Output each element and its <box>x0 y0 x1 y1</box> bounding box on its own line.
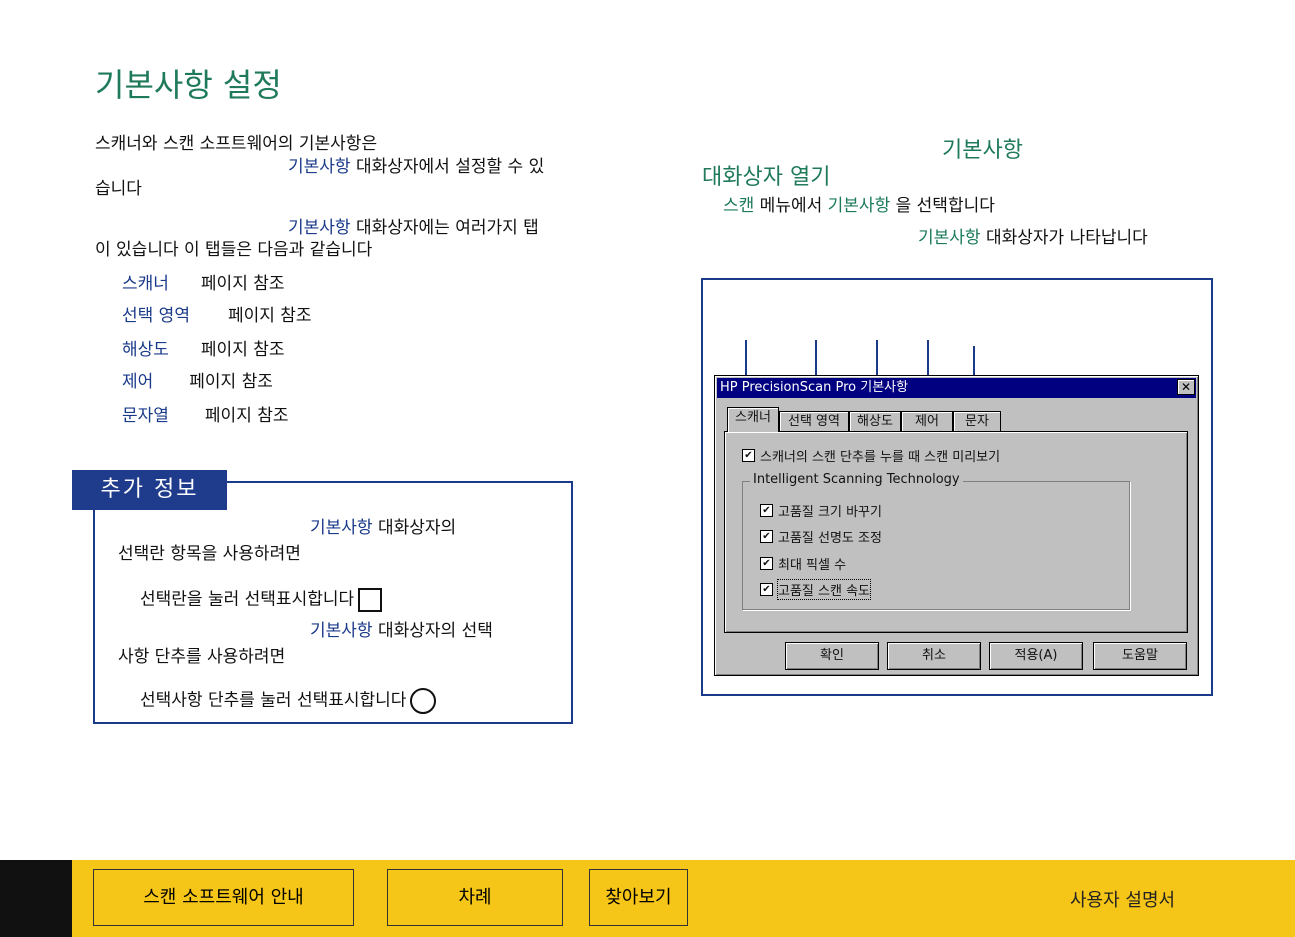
apply-button[interactable]: 적용(A) <box>989 642 1083 670</box>
preview-checkbox-label: 스캐너의 스캔 단추를 누를 때 스캔 미리보기 <box>760 450 1001 465</box>
checkbox-symbol-icon <box>358 588 383 612</box>
intro-line-2: 기본사항 대화상자에서 설정할 수 있 <box>288 157 545 177</box>
intro-line-3: 습니다 <box>95 179 142 199</box>
intro-line-5: 이 있습니다 이 탭들은 다음과 같습니다 <box>95 240 373 260</box>
help-button[interactable]: 도움말 <box>1093 642 1187 670</box>
close-icon[interactable]: ✕ <box>1177 379 1195 395</box>
tab-selection[interactable]: 선택 영역 <box>779 411 849 431</box>
preview-checkbox[interactable]: ✔ <box>742 449 755 462</box>
ok-button[interactable]: 확인 <box>785 642 879 670</box>
right-heading-top: 기본사항 <box>942 138 1023 163</box>
tab-ref-resolution: 해상도 페이지 참조 <box>122 340 285 360</box>
tab-resolution[interactable]: 해상도 <box>849 411 901 431</box>
footer-left-block <box>0 860 72 937</box>
index-button[interactable]: 찾아보기 <box>589 869 688 926</box>
radio-symbol-icon <box>410 688 437 714</box>
intro-line-1: 스캐너와 스캔 소프트웨어의 기본사항은 <box>95 134 378 154</box>
tab-control[interactable]: 제어 <box>901 411 953 431</box>
info-p1-line2: 선택란 항목을 사용하려면 <box>118 544 301 564</box>
info-p2-line1: 기본사항 대화상자의 선택 <box>310 621 493 641</box>
tab-ref-scanner: 스캐너 페이지 참조 <box>122 274 285 294</box>
contents-button[interactable]: 차례 <box>387 869 563 926</box>
user-guide-label: 사용자 설명서 <box>1070 890 1176 911</box>
intro-link-preferences[interactable]: 기본사항 <box>288 157 351 177</box>
tab-scanner[interactable]: 스캐너 <box>727 407 779 432</box>
page-title: 기본사항 설정 <box>95 66 282 104</box>
hq-resize-label: 고품질 크기 바꾸기 <box>778 505 882 520</box>
max-pixels-checkbox[interactable]: ✔ <box>760 557 773 570</box>
more-info-tab: 추가 정보 <box>72 470 227 510</box>
max-pixels-label: 최대 픽셀 수 <box>778 558 847 573</box>
step-2: 기본사항 대화상자가 나타납니다 <box>918 228 1148 248</box>
hq-sharpen-label: 고품질 선명도 조정 <box>778 531 882 546</box>
cancel-button[interactable]: 취소 <box>887 642 981 670</box>
info-p1-line1: 기본사항 대화상자의 <box>310 518 457 538</box>
scan-software-guide-button[interactable]: 스캔 소프트웨어 안내 <box>93 869 354 926</box>
info-p2-line2: 사항 단추를 사용하려면 <box>118 647 286 667</box>
preferences-dialog: HP PrecisionScan Pro 기본사항 ✕ 스캐너 선택 영역 해상… <box>714 375 1199 676</box>
dialog-title: HP PrecisionScan Pro 기본사항 <box>717 378 1196 398</box>
tab-ref-control: 제어 페이지 참조 <box>122 372 273 392</box>
step-1: 스캔 메뉴에서 기본사항 을 선택합니다 <box>723 196 995 216</box>
intro-line-4: 기본사항 대화상자에는 여러가지 탭 <box>288 218 539 238</box>
info-p1-line3: 선택란을 눌러 선택표시합니다 <box>140 588 383 612</box>
info-p2-line3: 선택사항 단추를 눌러 선택표시합니다 <box>140 688 437 714</box>
hq-speed-label: 고품질 스캔 속도 <box>777 579 871 600</box>
hq-sharpen-checkbox[interactable]: ✔ <box>760 530 773 543</box>
intro-link-preferences-2[interactable]: 기본사항 <box>288 218 351 238</box>
hq-resize-checkbox[interactable]: ✔ <box>760 504 773 517</box>
right-heading: 대화상자 열기 <box>702 165 831 190</box>
ist-group-title: Intelligent Scanning Technology <box>750 472 963 487</box>
tab-ref-string: 문자열 페이지 참조 <box>122 406 289 426</box>
hq-speed-checkbox[interactable]: ✔ <box>760 583 773 596</box>
tab-ref-selection: 선택 영역 페이지 참조 <box>122 306 312 326</box>
tab-string[interactable]: 문자 <box>953 411 1001 431</box>
